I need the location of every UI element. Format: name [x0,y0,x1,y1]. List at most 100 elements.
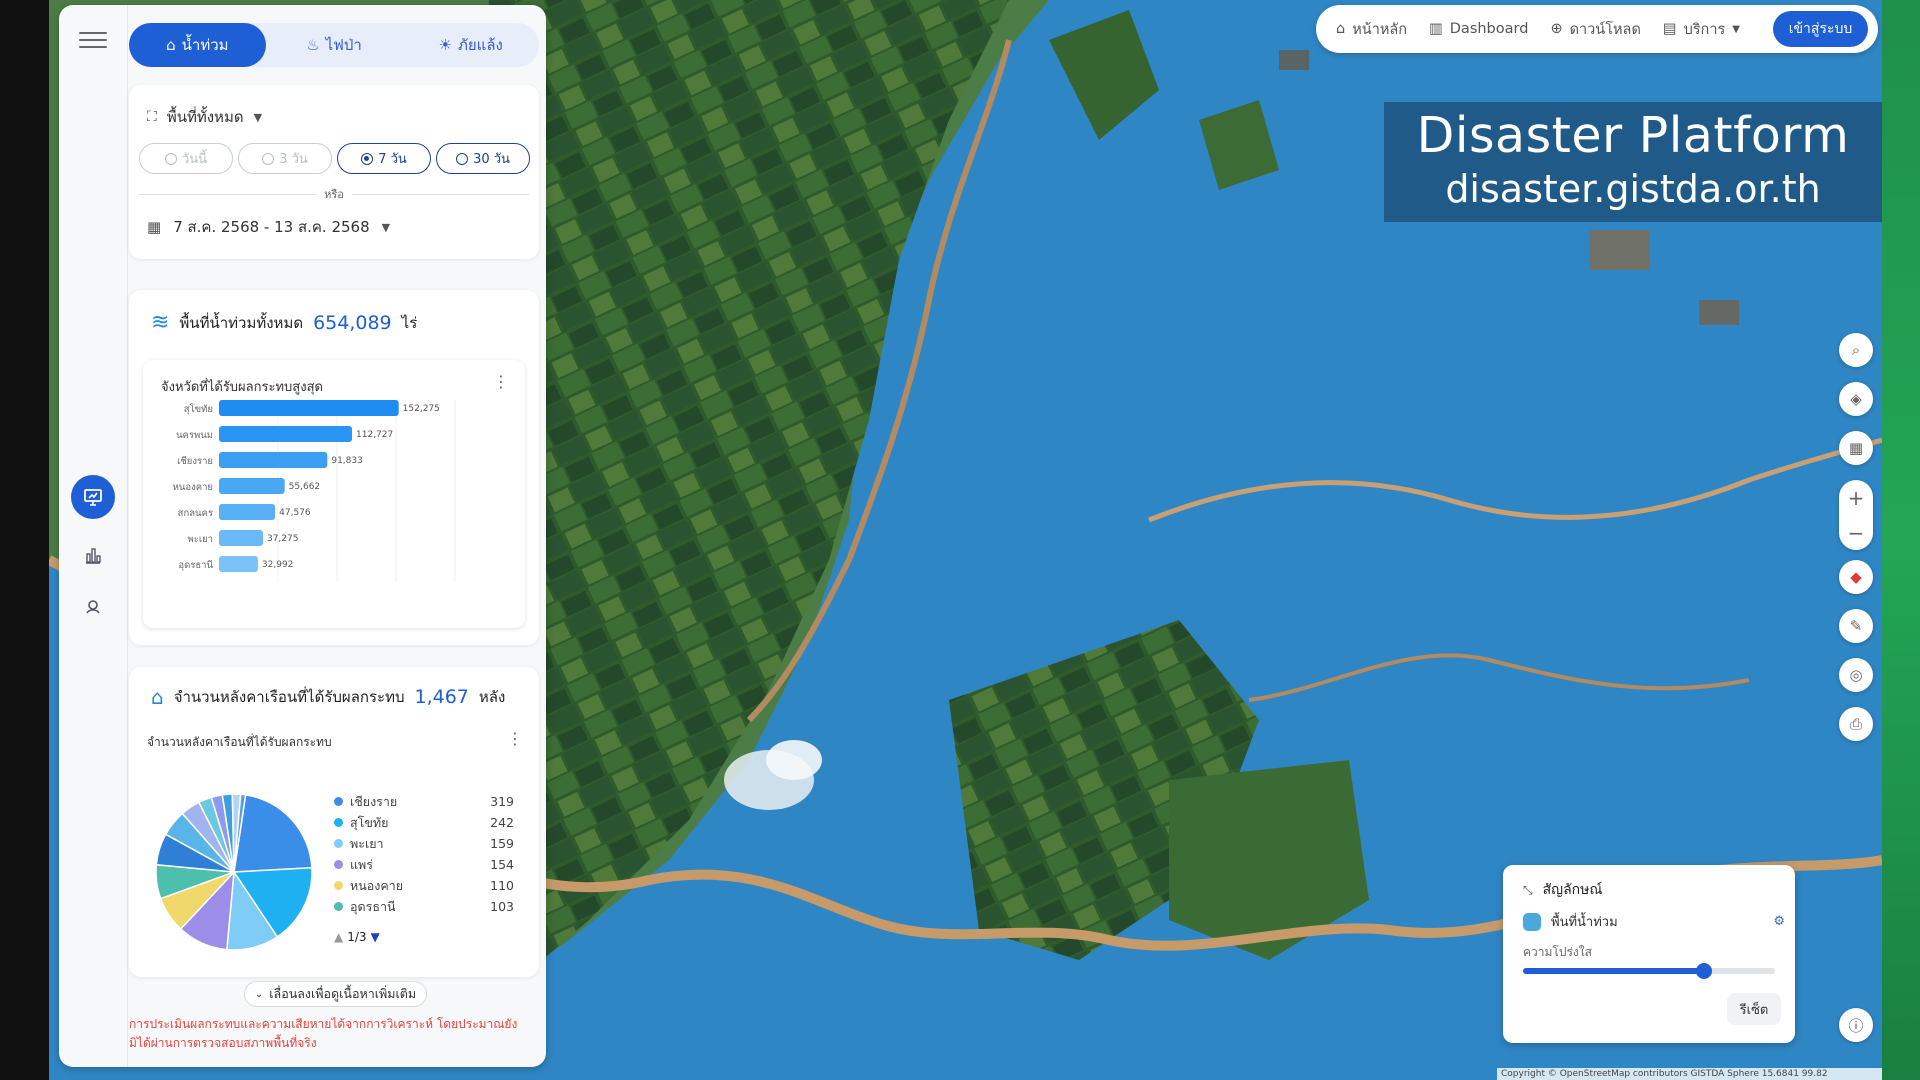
bar-chart-icon[interactable] [71,533,115,577]
flood-area-heading: ≋ พื้นที่น้ำท่วมทั้งหมด 654,089 ไร่ [151,310,417,335]
drought-icon: ☀ [438,36,452,54]
collapse-icon[interactable]: ⤡ [1523,883,1533,898]
menu-line [79,32,107,34]
opacity-slider-handle[interactable] [1696,963,1713,979]
legend-label: อุดรธานี [350,898,396,914]
filter-card: ⛶ พื้นที่ทั้งหมด ▼ วันนี้ 3 วัน 7 วัน 30… [129,85,539,259]
radio-dot [361,152,374,165]
measure-ruler-icon[interactable]: ✎ [1839,609,1873,643]
basemap-icon[interactable]: ▦ [1839,431,1873,465]
services-icon: ▤ [1662,21,1677,37]
nav-services-label: บริการ [1683,21,1726,38]
more-options-icon[interactable]: ⋮ [507,729,523,748]
legend-item: พะเยา 159 [334,833,514,854]
compass-icon[interactable]: ◆ [1839,560,1873,594]
legend-label: พะเยา [350,835,384,851]
brand-banner: Disaster Platform disaster.gistda.or.th [1384,102,1882,222]
area-selector[interactable]: ⛶ พื้นที่ทั้งหมด ▼ [147,105,262,129]
print-icon[interactable]: ⎙ [1839,707,1873,741]
legend-swatch [334,881,343,890]
tab-fire-label: ไฟป่า [325,36,362,54]
bar-category-label: นครพนม [176,430,213,441]
period-label: 3 วัน [279,152,308,167]
houses-pie-legend: เชียงราย 319 สุโขทัย 242 พะเยา 159 แพร่ 154 หนอง… [334,791,514,921]
pager-label: 1/3 [347,930,367,944]
flood-layer-swatch [1523,912,1541,931]
scroll-more-label: เลื่อนลงเพื่อดูเนื้อหาเพิ่มเติม [269,986,417,1001]
locate-icon[interactable]: ◎ [1839,658,1873,692]
bar [219,530,263,546]
chevron-down-icon: ▼ [253,110,263,124]
right-green-border [1882,0,1920,1080]
flood-area-total: 654,089 [313,311,392,334]
reset-button[interactable]: รีเซ็ต [1727,993,1781,1025]
legend-label: แพร่ [350,856,374,872]
legend-pager: ▲ 1/3 ▼ [334,930,380,944]
zoom-in-button[interactable]: + [1839,480,1873,515]
sidebar-content: ⌂ น้ำท่วม ♨ ไฟป่า ☀ ภัยแล้ง ⛶ พื้นที่ทั้… [129,5,546,1067]
login-label: เข้าสู่ระบบ [1788,21,1853,37]
bar [219,400,399,416]
bar [219,452,328,468]
period-30days-radio[interactable]: 30 วัน [436,143,530,174]
pager-down-icon[interactable]: ▼ [371,930,380,944]
legend-value: 242 [490,815,514,830]
period-7days-radio[interactable]: 7 วัน [337,143,431,174]
chevron-down-icon: ⌄ [254,988,264,1000]
pager-up-icon[interactable]: ▲ [334,930,343,944]
period-today-radio[interactable]: วันนี้ [139,143,233,174]
menu-line [79,39,107,41]
scroll-more-button[interactable]: ⌄ เลื่อนลงเพื่อดูเนื้อหาเพิ่มเติม [244,981,427,1007]
layers-map-icon[interactable] [71,585,115,629]
bar-category-label: หนองคาย [173,482,213,493]
nav-dashboard[interactable]: ▥ Dashboard [1429,21,1528,37]
opacity-slider[interactable] [1523,963,1775,979]
bar-value-label: 55,662 [289,482,321,492]
legend-swatch [334,797,343,806]
info-icon[interactable]: ⓘ [1839,1008,1873,1042]
nav-home[interactable]: ⌂ หน้าหลัก [1336,18,1407,41]
bar-value-label: 32,992 [262,560,294,570]
map-legend-panel: ⤡ สัญลักษณ์ พื้นที่น้ำท่วม ⚙ ความโปร่งใส… [1503,865,1795,1043]
icon-rail [59,5,128,1067]
period-3days-radio[interactable]: 3 วัน [238,143,332,174]
bar [219,504,276,520]
legend-item: เชียงราย 319 [334,791,514,812]
home-icon: ⌂ [1336,21,1346,37]
legend-layer-label: พื้นที่น้ำท่วม [1551,915,1618,930]
download-icon: ⊕ [1550,21,1563,37]
nav-services[interactable]: ▤ บริการ ▼ [1663,18,1740,41]
presentation-icon[interactable] [71,475,115,519]
tab-drought[interactable]: ☀ ภัยแล้ง [402,23,539,67]
left-black-border [0,0,49,1080]
bar-value-label: 112,727 [356,430,393,440]
hamburger-menu-button[interactable] [79,27,107,49]
divider-line [351,193,530,195]
top-navigation: ⌂ หน้าหลัก ▥ Dashboard ⊕ ดาวน์โหลด ▤ บริการ ▼… [1316,5,1878,53]
layers-icon[interactable]: ◈ [1839,382,1873,416]
zoom-out-button[interactable]: − [1839,515,1873,550]
disaster-type-tabs: ⌂ น้ำท่วม ♨ ไฟป่า ☀ ภัยแล้ง [129,23,539,67]
affected-houses-total: 1,467 [414,686,469,708]
nav-download-label: ดาวน์โหลด [1569,21,1641,38]
legend-value: 103 [490,899,514,914]
nav-home-label: หน้าหลัก [1352,21,1408,38]
house-icon: ⌂ [151,685,164,709]
affected-houses-card: ⌂ จำนวนหลังคาเรือนที่ได้รับผลกระทบ 1,467… [129,667,539,977]
radio-dot [456,152,469,165]
tab-flood[interactable]: ⌂ น้ำท่วม [129,23,266,67]
legend-label: นครพนม [350,918,498,922]
bar-category-label: พะเยา [187,534,213,545]
gear-icon[interactable]: ⚙ [1773,914,1785,929]
login-button[interactable]: เข้าสู่ระบบ [1773,11,1868,47]
map-search-icon[interactable]: ⌕ [1839,333,1873,367]
affected-houses-heading: ⌂ จำนวนหลังคาเรือนที่ได้รับผลกระทบ 1,467… [151,685,505,709]
flood-area-unit: ไร่ [401,313,418,332]
tab-fire[interactable]: ♨ ไฟป่า [266,23,403,67]
flood-icon: ⌂ [166,36,176,54]
nav-download[interactable]: ⊕ ดาวน์โหลด [1550,18,1640,41]
bar-category-label: อุดรธานี [178,559,213,571]
bar [219,556,258,572]
date-range-picker[interactable]: ▦ 7 ส.ค. 2568 - 13 ส.ค. 2568 ▼ [147,215,390,239]
legend-item: นครพนม96 [334,917,514,922]
